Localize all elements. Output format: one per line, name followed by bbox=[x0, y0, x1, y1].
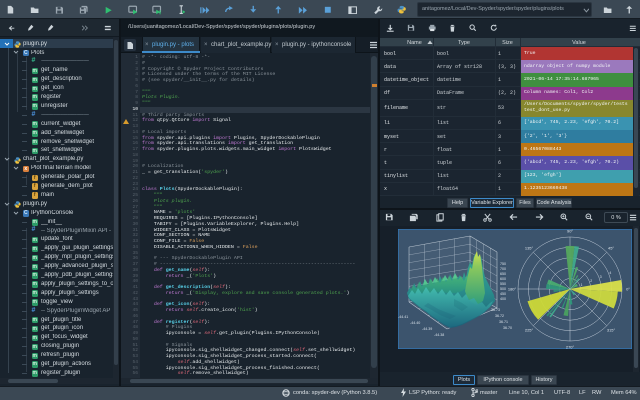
svg-text:36.71: 36.71 bbox=[499, 320, 508, 324]
svg-text:4: 4 bbox=[609, 271, 611, 275]
svg-text:-44.38: -44.38 bbox=[434, 333, 444, 337]
svg-text:1: 1 bbox=[581, 283, 583, 287]
svg-text:700: 700 bbox=[500, 267, 506, 271]
svg-text:3: 3 bbox=[600, 275, 602, 279]
svg-text:-44.41: -44.41 bbox=[398, 315, 408, 319]
svg-text:315°: 315° bbox=[607, 328, 616, 333]
svg-text:36.72: 36.72 bbox=[495, 314, 504, 318]
svg-text:-44.39: -44.39 bbox=[422, 327, 432, 331]
svg-text:36.70: 36.70 bbox=[503, 326, 512, 330]
svg-text:750: 750 bbox=[500, 262, 506, 266]
svg-text:0°: 0° bbox=[626, 287, 630, 292]
svg-text:650: 650 bbox=[500, 272, 506, 276]
svg-text:180°: 180° bbox=[508, 287, 517, 292]
svg-text:225°: 225° bbox=[525, 328, 534, 333]
svg-text:-44.40: -44.40 bbox=[410, 321, 420, 325]
svg-text:90°: 90° bbox=[567, 229, 573, 234]
svg-text:600: 600 bbox=[500, 277, 506, 281]
svg-text:450: 450 bbox=[500, 292, 506, 296]
svg-text:45°: 45° bbox=[608, 246, 614, 251]
svg-text:550: 550 bbox=[500, 282, 506, 286]
svg-text:270°: 270° bbox=[566, 345, 575, 350]
svg-text:400: 400 bbox=[500, 297, 506, 301]
svg-text:2: 2 bbox=[590, 279, 592, 283]
svg-text:135°: 135° bbox=[525, 246, 534, 251]
svg-text:500: 500 bbox=[500, 287, 506, 291]
svg-text:36.73: 36.73 bbox=[491, 308, 500, 312]
